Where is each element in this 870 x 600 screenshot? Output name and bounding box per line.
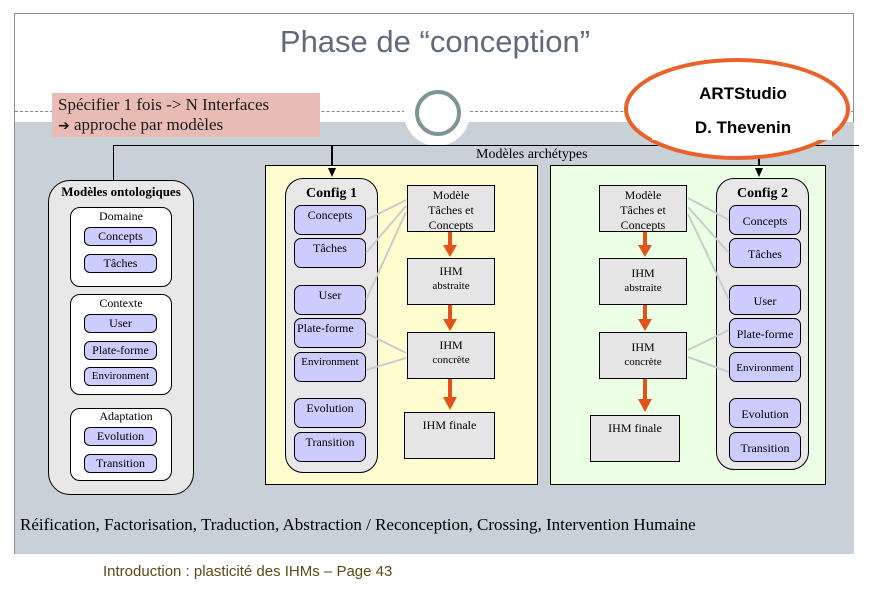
box-line: IHM (631, 266, 655, 280)
config1-item-environment: Environment (294, 352, 366, 382)
ornament-ring-icon (415, 90, 461, 136)
config2-item-plate-forme: Plate-forme (729, 318, 801, 348)
box-line: Modèle (624, 188, 662, 202)
box-line: IHM (439, 338, 463, 352)
ihm-concrete-1: IHM concrète (407, 332, 495, 379)
transformations-caption: Réification, Factorisation, Traduction, … (20, 515, 696, 534)
slide-footer: Introduction : plasticité des IHMs – Pag… (103, 563, 393, 580)
config1-item-plate-forme: Plate-forme (294, 318, 366, 348)
config1-item-taches: Tâches (294, 238, 366, 268)
callout-artstudio-label: ARTStudio (699, 84, 787, 103)
config2-item-taches: Tâches (729, 238, 801, 268)
ihm-abstract-2: IHM abstraite (599, 258, 687, 305)
box-line: Tâches et (620, 203, 666, 217)
onto-item-transition: Transition (84, 454, 157, 473)
box-line: IHM finale (608, 421, 662, 435)
box-line: Tâches et (428, 203, 474, 217)
box-line: concrète (624, 356, 662, 368)
ihm-abstract-1: IHM abstraite (407, 258, 495, 305)
group-label-domaine: Domaine (99, 209, 143, 223)
callout-author-label: D. Thevenin (694, 118, 792, 137)
box-line: Modèle (432, 188, 470, 202)
config2-item-environment: Environment (729, 352, 801, 382)
box-line: IHM finale (422, 418, 477, 432)
config1-item-concepts: Concepts (294, 205, 366, 235)
config2-item-user: User (729, 285, 801, 315)
config1-item-evolution: Evolution (294, 398, 366, 428)
onto-item-concepts: Concepts (84, 227, 157, 246)
spec-line-2-text: approche par modèles (73, 115, 224, 134)
onto-item-taches: Tâches (84, 254, 157, 273)
ihm-concrete-2: IHM concrète (599, 332, 687, 379)
box-line: concrète (432, 354, 470, 366)
callout-oval-shape (624, 58, 850, 160)
group-label-adaptation: Adaptation (99, 409, 153, 423)
ontological-models-title: Modèles ontologiques (61, 184, 181, 199)
box-line: Concepts (428, 218, 474, 232)
box-line: abstraite (432, 280, 470, 292)
config2-item-concepts: Concepts (729, 205, 801, 235)
box-line: abstraite (624, 282, 662, 294)
box-line: IHM (439, 264, 463, 278)
archetypes-label: Modèles archétypes (476, 147, 588, 162)
right-arrow-icon: ➔ (58, 118, 70, 134)
specify-once-note: Spécifier 1 fois -> N Interfaces ➔ appro… (52, 93, 320, 137)
spec-line-1: Spécifier 1 fois -> N Interfaces (58, 95, 270, 114)
config2-item-transition: Transition (729, 432, 801, 462)
config1-item-transition: Transition (294, 432, 366, 462)
config2-item-evolution: Evolution (729, 398, 801, 428)
connector-to-ontological (113, 145, 114, 181)
onto-item-evolution: Evolution (84, 427, 157, 446)
ihm-final-2: IHM finale (590, 415, 680, 462)
config1-title: Config 1 (306, 186, 357, 201)
ihm-final-1: IHM finale (404, 412, 495, 459)
callout-ellipse (624, 58, 850, 160)
box-line: IHM (631, 340, 655, 354)
group-label-contexte: Contexte (99, 296, 143, 310)
model-tasks-concepts-1: Modèle Tâches et Concepts (407, 185, 495, 232)
box-line: Concepts (620, 218, 666, 232)
artstudio-callout (622, 55, 852, 163)
onto-item-user: User (84, 314, 157, 333)
onto-item-plate-forme: Plate-forme (84, 341, 157, 360)
config2-title: Config 2 (737, 186, 788, 201)
spec-line-2: ➔ approche par modèles (58, 115, 320, 136)
config1-item-user: User (294, 285, 366, 315)
onto-item-environment: Environment (84, 367, 157, 386)
model-tasks-concepts-2: Modèle Tâches et Concepts (599, 185, 687, 232)
